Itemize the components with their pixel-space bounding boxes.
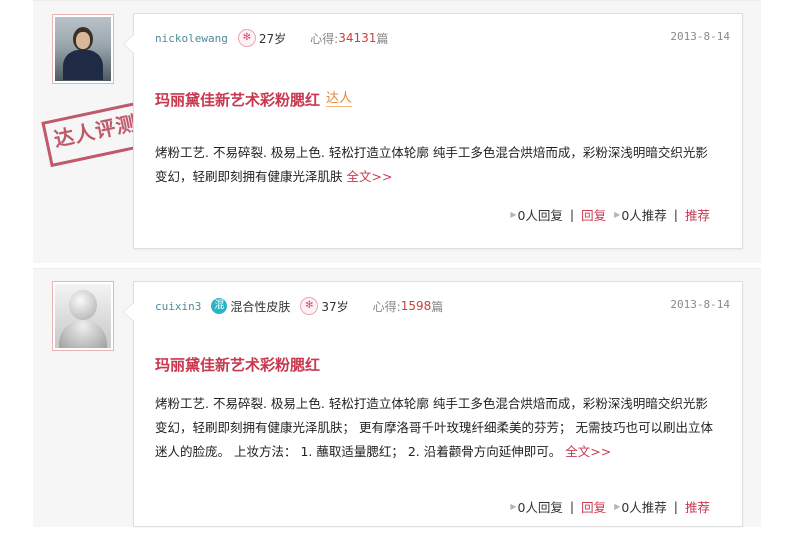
- recommend-button[interactable]: 推荐: [685, 497, 710, 516]
- reply-count[interactable]: 0人回复: [517, 497, 562, 516]
- review-content: cuixin3 混 混合性皮肤 ✻ 37岁 心得: 1598 篇 2013-8-…: [123, 281, 743, 527]
- recommend-count[interactable]: 0人推荐: [621, 497, 666, 516]
- review-text: 烤粉工艺. 不易碎裂. 极易上色. 轻松打造立体轮廓 纯手工多色混合烘焙而成，彩…: [155, 141, 715, 189]
- review-card: 达人评测 nickolewang ✻ 27岁 心得: 34131 篇 2013-…: [33, 0, 761, 263]
- skin-type: 混合性皮肤: [230, 299, 291, 314]
- review-title-text[interactable]: 玛丽黛佳新艺术彩粉腮红: [155, 356, 320, 374]
- age-flower-icon: ✻: [300, 297, 319, 315]
- review-title[interactable]: 玛丽黛佳新艺术彩粉腮红: [155, 354, 320, 375]
- review-body: 烤粉工艺. 不易碎裂. 极易上色. 轻松打造立体轮廓 纯手工多色混合烘焙而成，彩…: [155, 145, 708, 184]
- arrow-icon: ▶: [510, 210, 517, 219]
- username[interactable]: nickolewang: [155, 32, 228, 45]
- post-date: 2013-8-14: [670, 30, 730, 43]
- review-title[interactable]: 玛丽黛佳新艺术彩粉腮红 达人: [155, 89, 353, 110]
- expert-badge: 达人: [326, 91, 353, 107]
- review-count[interactable]: 1598: [401, 299, 432, 313]
- review-text: 烤粉工艺. 不易碎裂. 极易上色. 轻松打造立体轮廓 纯手工多色混合烘焙而成，彩…: [155, 392, 715, 464]
- arrow-icon: ▶: [614, 502, 621, 511]
- review-meta: nickolewang ✻ 27岁 心得: 34131 篇: [155, 28, 388, 48]
- read-more-link[interactable]: 全文>>: [565, 444, 611, 459]
- review-actions: ▶ 0人回复 | 回复 ▶ 0人推荐 | 推荐: [510, 497, 710, 516]
- age-flower-icon: ✻: [237, 29, 256, 47]
- reply-count[interactable]: 0人回复: [517, 205, 562, 224]
- skin-type-icon: 混: [211, 298, 228, 314]
- post-date: 2013-8-14: [670, 298, 730, 311]
- review-card: cuixin3 混 混合性皮肤 ✻ 37岁 心得: 1598 篇 2013-8-…: [33, 268, 761, 527]
- read-more-link[interactable]: 全文>>: [347, 169, 393, 184]
- username[interactable]: cuixin3: [155, 300, 201, 313]
- reply-button[interactable]: 回复: [581, 497, 606, 516]
- age: 27岁: [258, 31, 287, 46]
- arrow-icon: ▶: [510, 502, 517, 511]
- age: 37岁: [321, 299, 349, 314]
- review-content: nickolewang ✻ 27岁 心得: 34131 篇 2013-8-14 …: [123, 13, 743, 249]
- arrow-icon: ▶: [614, 210, 621, 219]
- review-count-label: 心得:: [372, 299, 401, 314]
- review-body: 烤粉工艺. 不易碎裂. 极易上色. 轻松打造立体轮廓 纯手工多色混合烘焙而成，彩…: [155, 396, 713, 459]
- recommend-button[interactable]: 推荐: [685, 205, 710, 224]
- review-title-text[interactable]: 玛丽黛佳新艺术彩粉腮红: [155, 91, 320, 109]
- review-count-unit: 篇: [376, 31, 389, 46]
- review-count[interactable]: 34131: [338, 31, 376, 45]
- review-actions: ▶ 0人回复 | 回复 ▶ 0人推荐 | 推荐: [510, 205, 710, 224]
- avatar[interactable]: [52, 281, 114, 351]
- reply-button[interactable]: 回复: [581, 205, 606, 224]
- review-count-label: 心得:: [310, 31, 339, 46]
- review-count-unit: 篇: [431, 299, 444, 314]
- recommend-count[interactable]: 0人推荐: [621, 205, 666, 224]
- review-meta: cuixin3 混 混合性皮肤 ✻ 37岁 心得: 1598 篇: [155, 296, 443, 316]
- avatar[interactable]: [52, 14, 114, 84]
